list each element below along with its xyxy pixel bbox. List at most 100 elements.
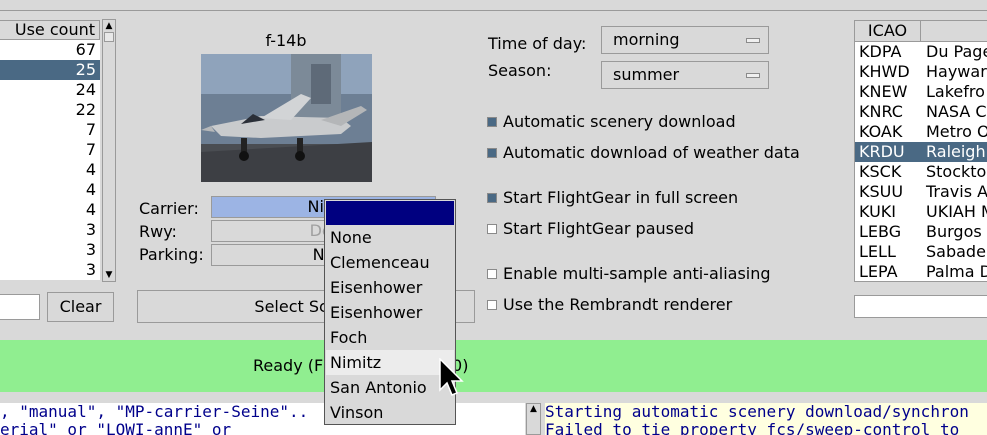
checkbox-label: Automatic download of weather data	[503, 143, 800, 162]
airport-icao: KRDU	[859, 142, 905, 161]
time-of-day-label: Time of day:	[488, 34, 587, 53]
airport-name: Metro O	[926, 122, 987, 141]
table-row[interactable]: KNEW Lakefro	[855, 82, 987, 102]
airport-name: Sabadel	[926, 242, 987, 261]
list-item[interactable]: 4	[0, 180, 100, 200]
menu-item[interactable]: Foch	[326, 325, 454, 350]
airport-name: Stockto	[926, 162, 987, 181]
airport-list-header: ICAO	[855, 21, 987, 42]
time-of-day-combobox[interactable]: morning	[601, 26, 769, 54]
season-combobox[interactable]: summer	[601, 61, 769, 89]
table-row[interactable]: KRDU Raleigh	[855, 142, 987, 162]
f14-on-carrier-image	[201, 54, 372, 182]
rwy-label: Rwy:	[139, 222, 177, 241]
checkbox-label: Automatic scenery download	[503, 112, 736, 131]
airport-name: Lakefro	[926, 82, 985, 101]
time-of-day-value: morning	[613, 30, 680, 49]
aircraft-filter-input[interactable]	[0, 294, 40, 320]
status-bar: Ready (Fs: 0)	[0, 340, 987, 392]
checkbox[interactable]	[487, 117, 497, 127]
carrier-label: Carrier:	[139, 199, 199, 218]
list-item[interactable]: 4	[0, 160, 100, 180]
checkbox[interactable]	[487, 224, 497, 234]
mouse-pointer-icon	[439, 358, 464, 396]
airport-icao: KSCK	[859, 162, 902, 181]
list-item[interactable]: 7	[0, 140, 100, 160]
airport-name: Haywar	[926, 62, 987, 81]
airport-name: Travis A	[926, 182, 987, 201]
menu-item[interactable]: Vinson	[326, 400, 454, 425]
menu-item[interactable]: None	[326, 225, 454, 250]
top-divider	[0, 10, 987, 11]
checkbox[interactable]	[487, 148, 497, 158]
status-text-left: Ready (F	[253, 356, 324, 375]
parking-label: Parking:	[139, 245, 204, 264]
menu-item[interactable]: Eisenhower	[326, 275, 454, 300]
scroll-down-arrow-icon[interactable]: ▼	[104, 270, 114, 280]
checkbox-label: Enable multi-sample anti-aliasing	[503, 264, 771, 283]
scroll-up-arrow-icon[interactable]: ▲	[104, 21, 114, 31]
table-row[interactable]: KUKI UKIAH M	[855, 202, 987, 222]
log-line-1: Starting automatic scenery download/sync…	[545, 403, 969, 421]
checkbox-label: Start FlightGear paused	[503, 219, 694, 238]
table-row[interactable]: KOAK Metro O	[855, 122, 987, 142]
airport-name: Burgos	[926, 222, 982, 241]
log-scrollbar[interactable]: ▲	[526, 403, 541, 435]
aircraft-name: f-14b	[265, 31, 307, 50]
table-row[interactable]: KHWD Haywar	[855, 62, 987, 82]
list-item[interactable]: 3	[0, 240, 100, 260]
clear-button[interactable]: Clear	[47, 292, 114, 322]
menu-tearoff-bar[interactable]	[326, 201, 454, 225]
aircraft-list[interactable]: 67 25 24 22 7 7 4 4 4 3 3 3	[0, 40, 100, 280]
airport-name: Du Page	[926, 42, 987, 61]
checkbox[interactable]	[487, 193, 497, 203]
airport-icao: KDPA	[859, 42, 902, 61]
list-item[interactable]: 3	[0, 220, 100, 240]
list-item[interactable]: 25	[0, 60, 100, 80]
table-row[interactable]: LEBG Burgos	[855, 222, 987, 242]
airport-search-input[interactable]	[854, 295, 987, 318]
menu-item[interactable]: San Antonio	[326, 375, 454, 400]
checkbox[interactable]	[487, 300, 497, 310]
season-value: summer	[613, 65, 680, 84]
checkbox-label: Use the Rembrandt renderer	[503, 295, 733, 314]
aircraft-carrier-photo	[201, 54, 372, 182]
menu-item[interactable]: Clemenceau	[326, 250, 454, 275]
list-item[interactable]: 3	[0, 260, 100, 280]
icao-column-header[interactable]: ICAO	[855, 21, 921, 41]
table-row[interactable]: LELL Sabadel	[855, 242, 987, 262]
menu-item[interactable]: Nimitz	[326, 350, 454, 375]
list-item[interactable]: 7	[0, 120, 100, 140]
menu-item[interactable]: Eisenhower	[326, 300, 454, 325]
use-count-column-header[interactable]: Use count	[0, 20, 100, 40]
airport-icao: LEBG	[859, 222, 902, 241]
table-row[interactable]: KSCK Stockto	[855, 162, 987, 182]
list-item[interactable]: 67	[0, 40, 100, 60]
table-row[interactable]: KDPA Du Page	[855, 42, 987, 62]
table-row[interactable]: KNRC NASA Cr	[855, 102, 987, 122]
checkbox-label: Start FlightGear in full screen	[503, 188, 739, 207]
airport-icao: KOAK	[859, 122, 903, 141]
scroll-up-arrow-icon[interactable]: ▲	[530, 404, 537, 414]
list-item[interactable]: 22	[0, 100, 100, 120]
airport-list[interactable]: ICAO KDPA Du Page KHWD Haywar KNEW Lakefro KNR…	[854, 20, 987, 282]
checkbox[interactable]	[487, 269, 497, 279]
airport-icao: KUKI	[859, 202, 896, 221]
airport-icao: LELL	[859, 242, 896, 261]
airport-icao: KNEW	[859, 82, 908, 101]
table-row[interactable]: LEPA Palma D	[855, 262, 987, 281]
airport-icao: LEPA	[859, 262, 898, 281]
log-line-2: Failed to tie property fcs/sweep-control…	[545, 420, 960, 435]
table-row[interactable]: KSUU Travis A	[855, 182, 987, 202]
scrollbar-thumb[interactable]	[104, 32, 114, 42]
airport-icao: KHWD	[859, 62, 910, 81]
list-item[interactable]: 24	[0, 80, 100, 100]
airport-icao: KSUU	[859, 182, 904, 201]
aircraft-list-scrollbar[interactable]: ▲ ▼	[102, 19, 116, 282]
list-item[interactable]: 4	[0, 200, 100, 220]
combobox-dropdown-icon[interactable]	[746, 73, 760, 78]
airport-icao: KNRC	[859, 102, 903, 121]
combobox-dropdown-icon[interactable]	[746, 38, 760, 43]
carrier-dropdown-menu[interactable]: None Clemenceau Eisenhower Eisenhower Foch Ni…	[324, 199, 456, 425]
airport-name: NASA Cr	[926, 102, 987, 121]
